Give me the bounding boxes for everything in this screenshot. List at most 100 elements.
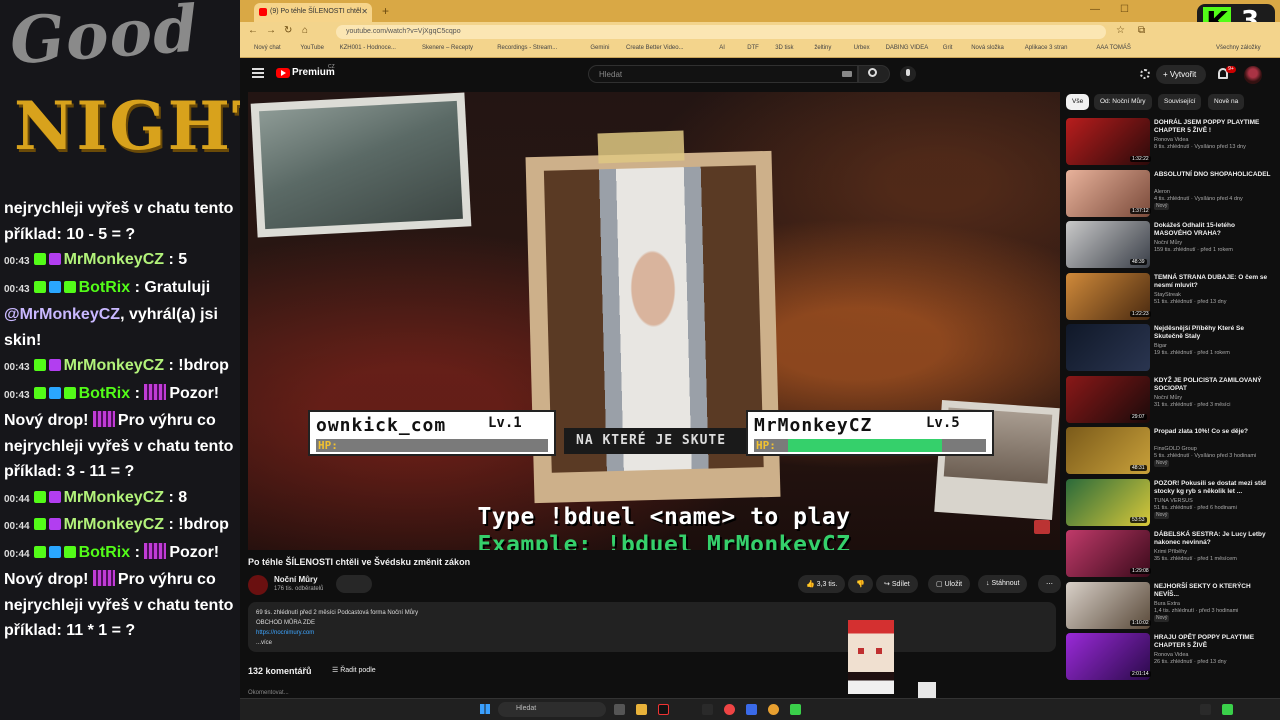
channel-name[interactable]: Noční Můry (274, 575, 318, 584)
menu-icon[interactable] (252, 68, 264, 78)
filter-chip[interactable]: Související (1158, 94, 1202, 110)
youtube-logo-icon[interactable] (276, 68, 290, 78)
star-icon[interactable]: ☆ (1116, 25, 1125, 36)
microphone-icon[interactable] (900, 66, 916, 82)
video-title[interactable]: Dokážeš Odhalit 15-letého MASOVÉHO VRAHA… (1154, 222, 1272, 238)
app-icon[interactable] (702, 704, 713, 715)
video-title[interactable]: Propad zlata 10%! Co se děje? (1154, 428, 1272, 436)
extensions-icon[interactable]: ⧉ (1138, 25, 1145, 36)
save-button[interactable]: ▢ Uložit (928, 575, 971, 593)
more-actions-button[interactable]: ⋯ (1038, 575, 1061, 593)
create-button[interactable]: + Vytvořit (1156, 65, 1206, 84)
bookmark-item[interactable]: Create Better Video... (626, 45, 684, 51)
video-title[interactable]: POZOR! Pokusili se dostat mezi stíd stoc… (1154, 480, 1272, 496)
recommended-video[interactable]: 1:37:12 ABSOLUTNÍ DNO SHOPAHOLICADEL Alero… (1066, 169, 1276, 220)
search-input[interactable]: Hledat (588, 65, 858, 83)
bookmark-item[interactable]: AI (719, 45, 725, 51)
video-title[interactable]: Nejděsnější Příběhy Které Se Skutečně St… (1154, 325, 1272, 341)
tray-icon[interactable] (1200, 704, 1211, 715)
bookmark-item[interactable]: KZH001 - Hodnoce... (340, 45, 396, 51)
chat-username[interactable]: BotRix (79, 544, 131, 561)
description-more[interactable]: ...více (256, 638, 1048, 648)
like-button[interactable]: 👍 3,3 tis. (798, 575, 846, 593)
bookmark-item[interactable]: želtiny (814, 45, 831, 51)
recommended-video[interactable]: 1:32:22 DOHRÁL JSEM POPPY PLAYTIME CHAPTE… (1066, 118, 1276, 168)
forward-icon[interactable]: → (266, 25, 276, 36)
reload-icon[interactable]: ↻ (284, 25, 292, 36)
bookmark-item[interactable]: Nová složka (971, 45, 1004, 51)
recommended-video[interactable]: Nejděsnější Příběhy Které Se Skutečně St… (1066, 324, 1276, 374)
chat-username[interactable]: MrMonkeyCZ (64, 357, 164, 374)
discord-icon[interactable] (746, 704, 757, 715)
bookmark-item[interactable]: Gemini (590, 45, 609, 51)
video-title[interactable]: TEMNÁ STRANA DUBAJE: O čem se nesmí mluv… (1154, 274, 1272, 290)
recommended-video[interactable]: 2:01:14 HRAJU OPĚT POPPY PLAYTIME CHAPTER… (1066, 633, 1276, 683)
video-channel[interactable]: TUNA VERSUS (1154, 498, 1274, 505)
account-avatar[interactable] (1244, 66, 1262, 84)
filter-chip[interactable]: Vše (1066, 94, 1090, 110)
description-box[interactable]: 69 tis. zhlédnutí před 2 měsíci Podcasto… (248, 602, 1056, 652)
back-icon[interactable]: ← (248, 25, 258, 36)
recommended-video[interactable]: 48:39 Dokážeš Odhalit 15-letého MASOVÉHO … (1066, 221, 1276, 271)
video-channel[interactable]: Bura Extra (1154, 601, 1274, 608)
chrome-icon[interactable] (724, 704, 735, 715)
subscribed-bell-button[interactable] (336, 575, 372, 593)
media-icon[interactable] (790, 704, 801, 715)
chat-mention[interactable]: @MrMonkeyCZ (4, 306, 120, 323)
video-title[interactable]: HRAJU OPĚT POPPY PLAYTIME CHAPTER 5 ŽIVĚ (1154, 634, 1272, 650)
video-thumbnail[interactable] (1066, 324, 1150, 371)
filter-chip[interactable]: Nově na (1208, 94, 1245, 110)
video-title[interactable]: KDYŽ JE POLICISTA ZAMILOVANÝ SOCIOPAT (1154, 377, 1272, 393)
sort-comments-button[interactable]: ☰ Řadit podle (332, 666, 376, 674)
video-title[interactable]: NEJHORŠÍ SEKTY O KTERÝCH NEVÍŠ... (1154, 583, 1272, 599)
video-channel[interactable]: Krimi Příběhy (1154, 549, 1274, 556)
browser-icon[interactable] (768, 704, 779, 715)
bookmark-item[interactable]: DTF (747, 45, 759, 51)
chat-username[interactable]: BotRix (79, 385, 131, 402)
chat-username[interactable]: MrMonkeyCZ (64, 516, 164, 533)
chat-username[interactable]: MrMonkeyCZ (64, 489, 164, 506)
video-channel[interactable]: Noční Můry (1154, 240, 1274, 247)
video-channel[interactable]: Bigar (1154, 343, 1274, 350)
video-channel[interactable]: StayStreak (1154, 292, 1274, 299)
file-explorer-icon[interactable] (636, 704, 647, 715)
video-title[interactable]: DÁBELSKÁ SESTRA: Je Lucy Letby nakonec n… (1154, 531, 1272, 547)
channel-avatar[interactable] (248, 575, 268, 595)
video-title[interactable]: DOHRÁL JSEM POPPY PLAYTIME CHAPTER 5 ŽIV… (1154, 119, 1272, 135)
chat-username[interactable]: MrMonkeyCZ (64, 251, 164, 268)
close-tab-icon[interactable]: ✕ (361, 7, 368, 16)
download-button[interactable]: ↓ Stáhnout (978, 575, 1028, 593)
bookmark-item[interactable]: Urbex (854, 45, 870, 51)
browser-tab[interactable]: (9) Po téhle ŠÍLENOSTI chtěl ✕ (254, 3, 372, 22)
recommended-video[interactable]: 53:53 POZOR! Pokusili se dostat mezi stíd… (1066, 478, 1276, 529)
keyboard-icon[interactable] (842, 71, 852, 77)
filter-chip[interactable]: Od: Noční Můry (1094, 94, 1152, 110)
recommended-video[interactable]: 1:22:23 TEMNÁ STRANA DUBAJE: O čem se nes… (1066, 272, 1276, 323)
chat-username[interactable]: BotRix (79, 279, 131, 296)
maximize-icon[interactable]: ☐ (1120, 4, 1129, 15)
recommended-video[interactable]: 48:31 Propad zlata 10%! Co se děje? FinsGO… (1066, 427, 1276, 477)
bookmark-item[interactable]: Aplikace 3 stran (1025, 45, 1068, 51)
recommended-video[interactable]: 29:07 KDYŽ JE POLICISTA ZAMILOVANÝ SOCIOP… (1066, 375, 1276, 426)
minimize-icon[interactable]: — (1090, 4, 1100, 15)
bookmark-item[interactable]: Nový chat (254, 45, 281, 51)
bookmark-item[interactable]: DABING VIDEA (886, 45, 929, 51)
cast-icon[interactable] (1140, 69, 1150, 79)
comment-input[interactable]: Okomentovat... (248, 690, 289, 696)
bookmark-item[interactable]: Grit (943, 45, 953, 51)
bookmark-item[interactable]: AAA TOMÁŠ (1096, 45, 1130, 51)
video-channel[interactable]: Noční Můry (1154, 395, 1274, 402)
video-channel[interactable]: Aleron (1154, 189, 1274, 196)
share-button[interactable]: ↪ Sdílet (876, 575, 918, 593)
tiktok-icon[interactable] (658, 704, 669, 715)
tray-app-icon[interactable] (1222, 704, 1233, 715)
video-channel[interactable]: Ronova Videa (1154, 652, 1274, 659)
bookmark-item[interactable]: Recordings - Stream... (497, 45, 557, 51)
video-channel[interactable]: FinsGOLD Group (1154, 446, 1274, 453)
bookmark-item[interactable]: Skenere – Recepty (422, 45, 473, 51)
home-icon[interactable]: ⌂ (302, 25, 308, 36)
video-player[interactable]: ownkick_com Lv.1 HP: NA KTERÉ JE SKUTE M… (248, 92, 1060, 550)
video-channel[interactable]: Ronova Videa (1154, 137, 1274, 144)
bookmark-item[interactable]: YouTube (300, 45, 324, 51)
video-title[interactable]: ABSOLUTNÍ DNO SHOPAHOLICADEL (1154, 171, 1272, 179)
